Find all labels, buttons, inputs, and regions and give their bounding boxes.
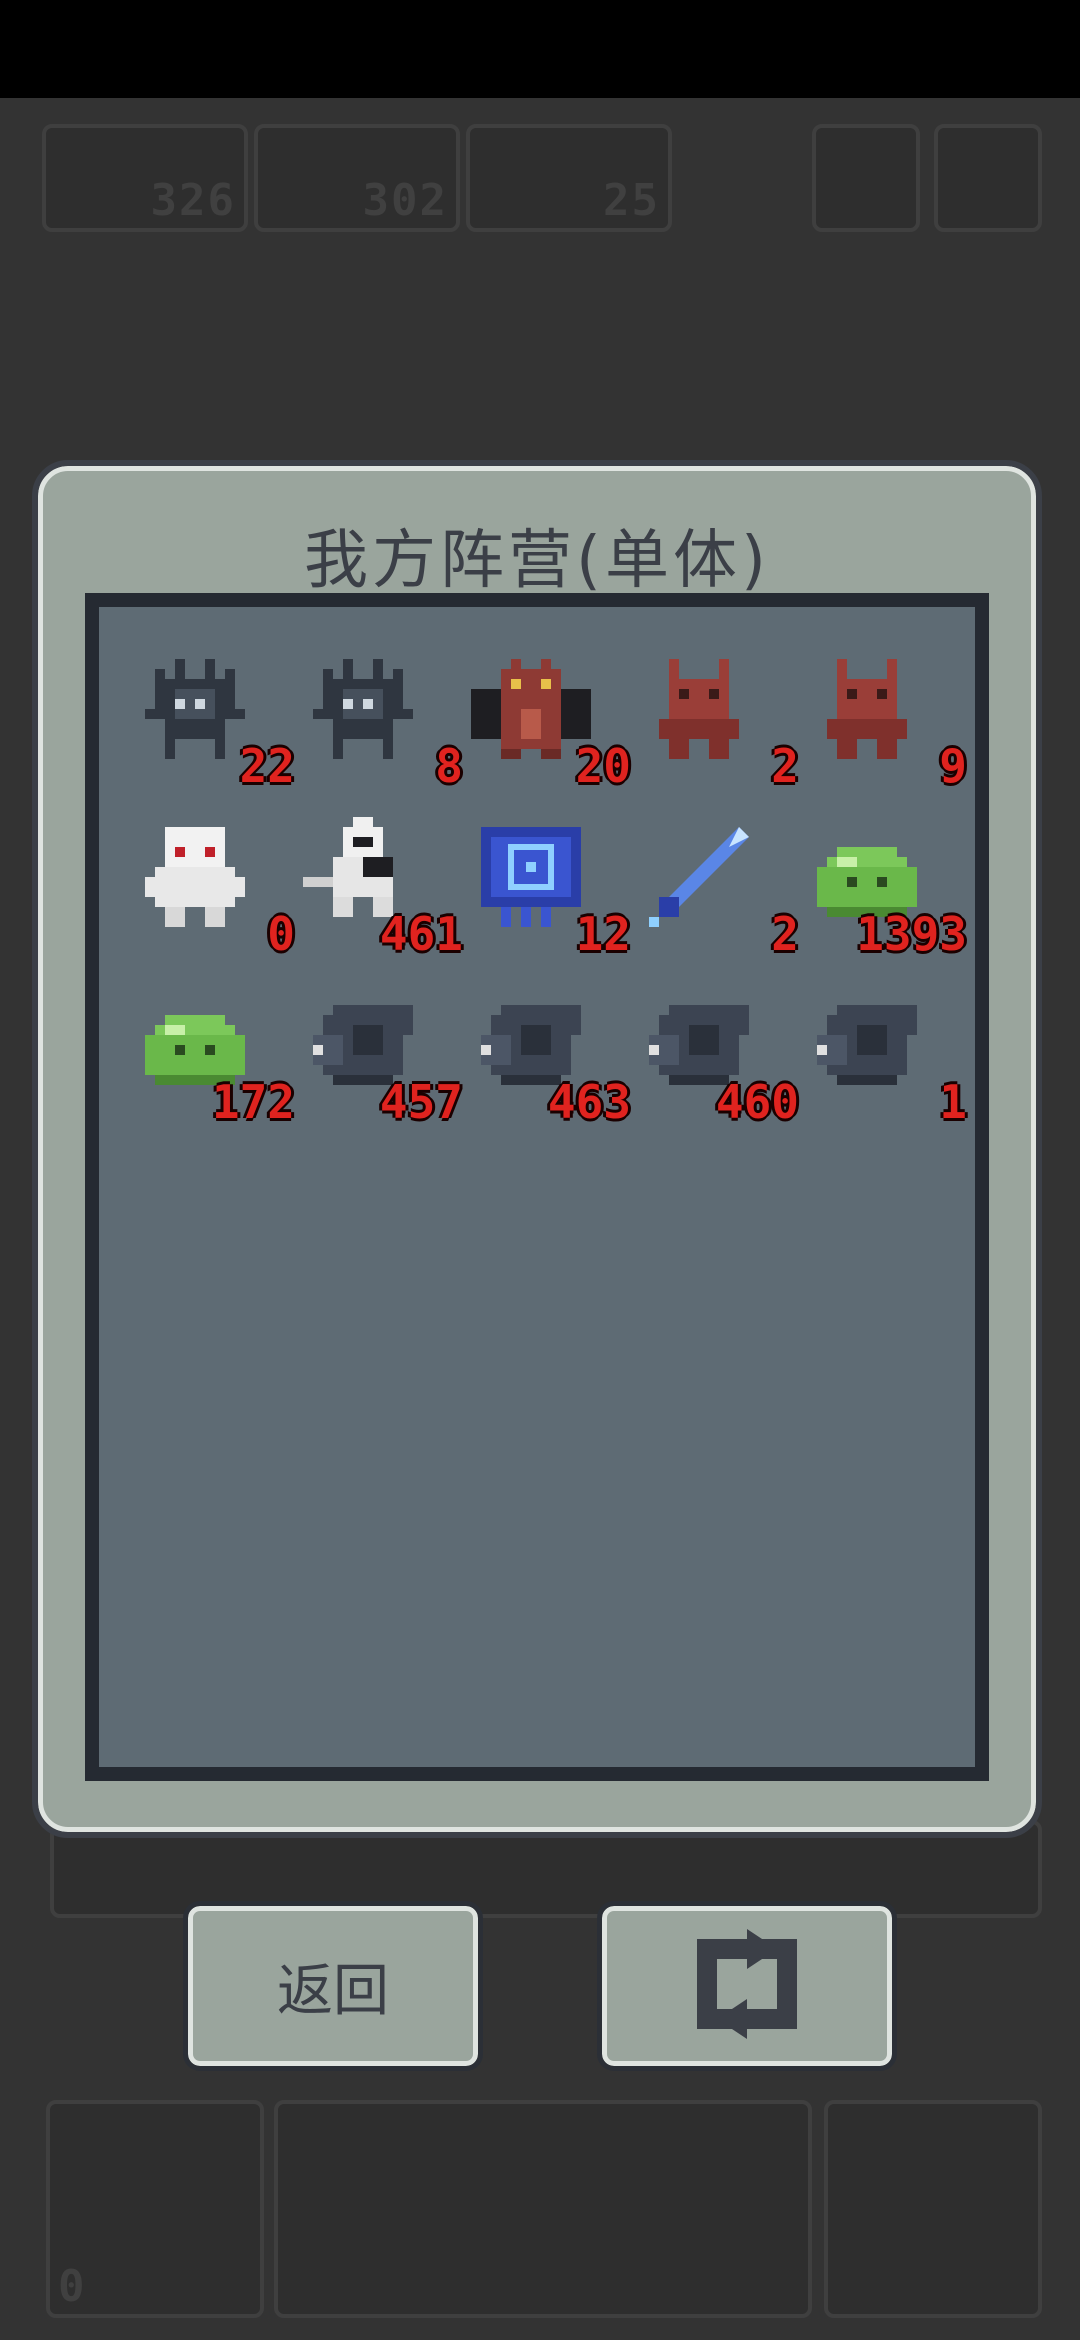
unit-slot[interactable]: 457 — [303, 985, 463, 1125]
hud-button-2 — [934, 124, 1042, 232]
unit-slot[interactable]: 0 — [135, 817, 295, 957]
unit-slot[interactable]: 12 — [471, 817, 631, 957]
dialog-title: 我方阵营(单体) — [304, 524, 770, 598]
hud-button-1 — [812, 124, 920, 232]
unit-count: 2 — [771, 907, 799, 961]
unit-count: 461 — [379, 907, 463, 961]
unit-count: 9 — [939, 739, 967, 793]
hud-bar — [50, 1820, 1042, 1918]
status-bar — [0, 0, 1080, 98]
unit-count: 0 — [267, 907, 295, 961]
unit-count: 457 — [379, 1075, 463, 1129]
hud-slot-2: 302 — [254, 124, 460, 232]
hud-bottom-slot-3 — [824, 2100, 1042, 2318]
unit-slot[interactable]: 1393 — [807, 817, 967, 957]
unit-count: 1393 — [856, 907, 967, 961]
refresh-button[interactable] — [597, 1901, 897, 2071]
hud-count-1: 326 — [150, 175, 236, 226]
hud-bottom-slot-1: 0 — [46, 2100, 264, 2318]
unit-slot[interactable]: 9 — [807, 649, 967, 789]
unit-slot[interactable]: 2 — [639, 649, 799, 789]
hud-slot-3: 25 — [466, 124, 672, 232]
unit-count: 20 — [575, 739, 631, 793]
unit-slot[interactable]: 172 — [135, 985, 295, 1125]
unit-count: 460 — [715, 1075, 799, 1129]
hud-count-3: 25 — [603, 175, 660, 226]
unit-slot[interactable]: 2 — [639, 817, 799, 957]
hud-slot-1: 326 — [42, 124, 248, 232]
unit-count: 1 — [939, 1075, 967, 1129]
unit-list-panel: 22 8 20 2 9 0 461 12 2 1393 172 457 463 460 1 — [85, 593, 989, 1781]
unit-slot[interactable]: 20 — [471, 649, 631, 789]
unit-count: 12 — [575, 907, 631, 961]
unit-slot[interactable]: 22 — [135, 649, 295, 789]
unit-slot[interactable]: 461 — [303, 817, 463, 957]
unit-count: 22 — [239, 739, 295, 793]
unit-count: 2 — [771, 739, 799, 793]
unit-count: 463 — [547, 1075, 631, 1129]
team-dialog: 我方阵营(单体) 22 8 20 2 9 0 461 12 2 1393 172 457 463 460 1 — [32, 460, 1042, 1838]
unit-count: 8 — [435, 739, 463, 793]
hud-bottom-slot-2 — [274, 2100, 812, 2318]
unit-slot[interactable]: 1 — [807, 985, 967, 1125]
hud-bottom-count: 0 — [58, 2261, 87, 2312]
refresh-icon — [687, 1929, 807, 2043]
unit-count: 172 — [211, 1075, 295, 1129]
hud-count-2: 302 — [362, 175, 448, 226]
unit-slot[interactable]: 8 — [303, 649, 463, 789]
unit-slot[interactable]: 463 — [471, 985, 631, 1125]
unit-slot[interactable]: 460 — [639, 985, 799, 1125]
back-button-label: 返回 — [277, 1958, 389, 2024]
back-button[interactable]: 返回 — [183, 1901, 483, 2071]
